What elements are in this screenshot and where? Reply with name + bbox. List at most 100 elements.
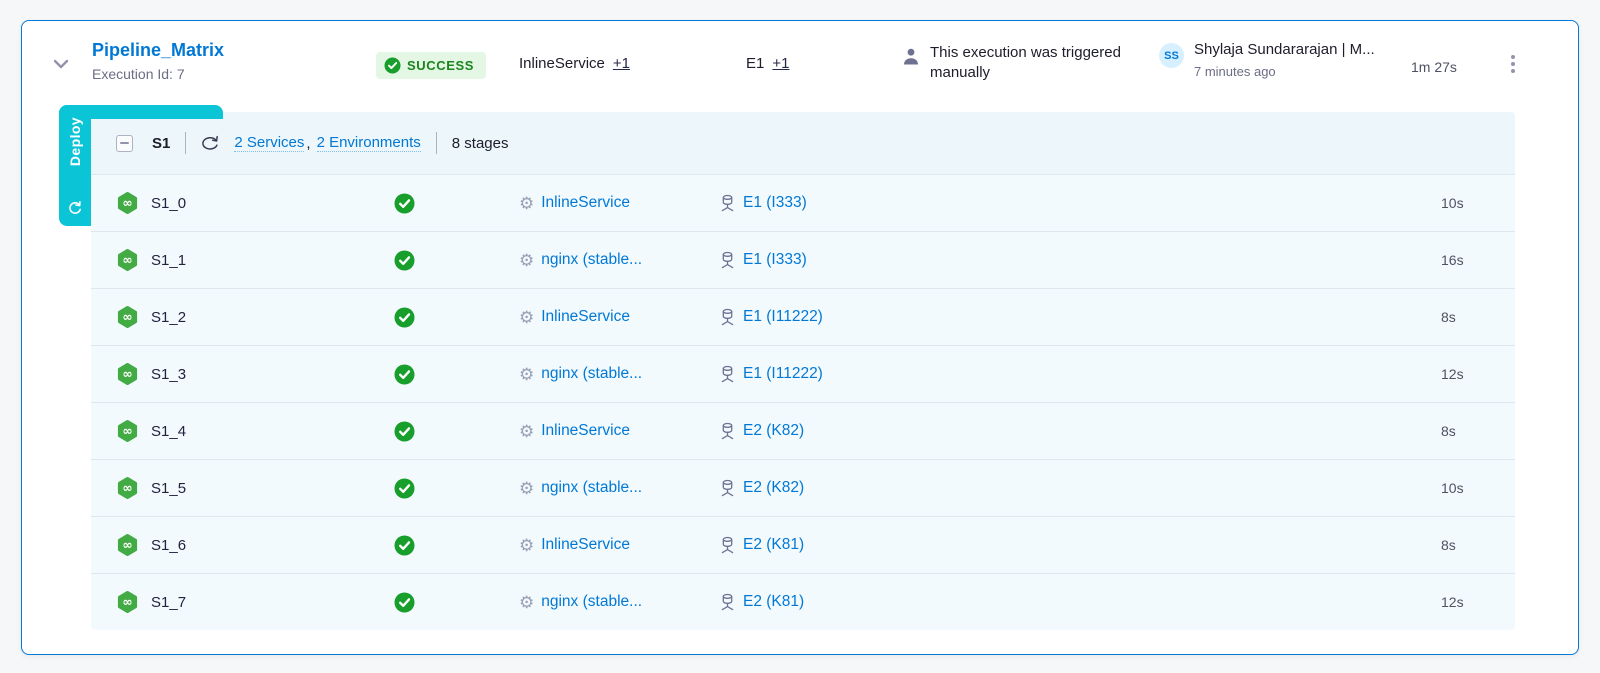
environment-link[interactable]: E1 (I11222) — [743, 365, 823, 383]
status-cell — [394, 421, 519, 442]
service-gear-icon: ⚙ — [519, 195, 534, 212]
stage-success-icon — [394, 364, 415, 385]
environments-count-link[interactable]: 2 Environments — [317, 134, 421, 152]
service-cell: ⚙ nginx (stable... — [519, 593, 719, 611]
stage-duration: 8s — [1441, 309, 1456, 325]
user-avatar[interactable]: SS — [1159, 43, 1184, 68]
stage-name-link[interactable]: S1_0 — [151, 195, 186, 212]
svg-text:∞: ∞ — [122, 252, 132, 267]
service-link[interactable]: InlineService — [541, 194, 630, 212]
stage-name-link[interactable]: S1_6 — [151, 537, 186, 554]
svg-text:∞: ∞ — [122, 423, 132, 438]
collapse-chevron-icon[interactable] — [50, 53, 72, 75]
divider — [436, 132, 437, 154]
service-gear-icon: ⚙ — [519, 537, 534, 554]
environment-link[interactable]: E1 (I333) — [743, 194, 807, 212]
service-gear-icon: ⚙ — [519, 366, 534, 383]
matrix-stage-icon: ∞ — [116, 191, 139, 215]
environment-link[interactable]: E2 (K81) — [743, 536, 804, 554]
execution-id: Execution Id: 7 — [92, 66, 224, 82]
environment-link[interactable]: E2 (K81) — [743, 593, 804, 611]
stage-count: 8 stages — [452, 135, 509, 152]
environment-link[interactable]: E1 (I333) — [743, 251, 807, 269]
environment-link[interactable]: E2 (K82) — [743, 422, 804, 440]
stage-duration: 12s — [1441, 366, 1464, 382]
stage-cell: ∞ S1_1 — [116, 248, 394, 272]
service-link[interactable]: InlineService — [541, 308, 630, 326]
execution-card: Pipeline_Matrix Execution Id: 7 SUCCESS … — [21, 20, 1579, 655]
divider — [185, 132, 186, 154]
service-gear-icon: ⚙ — [519, 252, 534, 269]
service-cell: ⚙ InlineService — [519, 308, 719, 326]
environment-link[interactable]: E1 (I11222) — [743, 308, 823, 326]
stage-duration: 10s — [1441, 195, 1464, 211]
user-block: SS Shylaja Sundararajan | M... 7 minutes… — [1159, 41, 1375, 79]
stage-name-link[interactable]: S1_7 — [151, 594, 186, 611]
stage-duration: 16s — [1441, 252, 1464, 268]
environments-more-link[interactable]: +1 — [772, 55, 789, 72]
stage-row[interactable]: ∞ S1_5 ⚙ nginx (stable... E2 (K82) 10s — [91, 459, 1515, 516]
services-more-link[interactable]: +1 — [613, 55, 630, 72]
stage-row[interactable]: ∞ S1_7 ⚙ nginx (stable... E2 (K81) 12s — [91, 573, 1515, 630]
stage-row[interactable]: ∞ S1_6 ⚙ InlineService E2 (K81) 8s — [91, 516, 1515, 573]
service-cell: ⚙ nginx (stable... — [519, 479, 719, 497]
environment-link[interactable]: E2 (K82) — [743, 479, 804, 497]
matrix-stage-icon: ∞ — [116, 248, 139, 272]
status-cell — [394, 193, 519, 214]
status-cell — [394, 478, 519, 499]
stage-row[interactable]: ∞ S1_1 ⚙ nginx (stable... E1 (I333) 16s — [91, 231, 1515, 288]
user-meta: Shylaja Sundararajan | M... 7 minutes ag… — [1194, 41, 1375, 79]
environment-cell: E1 (I333) — [719, 194, 807, 212]
links-separator: , — [306, 135, 310, 152]
stage-success-icon — [394, 193, 415, 214]
header-services: InlineService +1 — [519, 55, 630, 72]
stage-group-checkbox[interactable] — [116, 135, 133, 152]
stage-cell: ∞ S1_2 — [116, 305, 394, 329]
service-link[interactable]: nginx (stable... — [541, 365, 642, 383]
tab-deploy[interactable]: Deploy — [59, 105, 91, 226]
stage-rows: ∞ S1_0 ⚙ InlineService E1 (I333) 10s — [91, 174, 1515, 630]
environment-icon — [719, 593, 736, 611]
stage-name-link[interactable]: S1_1 — [151, 252, 186, 269]
stage-success-icon — [394, 478, 415, 499]
stage-success-icon — [394, 535, 415, 556]
matrix-loop-icon — [201, 135, 220, 152]
stage-success-icon — [394, 592, 415, 613]
service-cell: ⚙ InlineService — [519, 536, 719, 554]
stage-name-link[interactable]: S1_3 — [151, 366, 186, 383]
stage-success-icon — [394, 307, 415, 328]
service-cell: ⚙ nginx (stable... — [519, 251, 719, 269]
stage-name-link[interactable]: S1_4 — [151, 423, 186, 440]
stage-cell: ∞ S1_4 — [116, 419, 394, 443]
environment-icon — [719, 536, 736, 554]
environment-icon — [719, 422, 736, 440]
service-link[interactable]: InlineService — [541, 536, 630, 554]
stage-row[interactable]: ∞ S1_0 ⚙ InlineService E1 (I333) 10s — [91, 174, 1515, 231]
stage-name-link[interactable]: S1_2 — [151, 309, 186, 326]
stage-row[interactable]: ∞ S1_4 ⚙ InlineService E2 (K82) 8s — [91, 402, 1515, 459]
more-options-menu-icon[interactable] — [1500, 51, 1526, 77]
stage-row[interactable]: ∞ S1_2 ⚙ InlineService E1 (I11222) 8s — [91, 288, 1515, 345]
service-link[interactable]: nginx (stable... — [541, 479, 642, 497]
stage-cell: ∞ S1_0 — [116, 191, 394, 215]
environment-icon — [719, 194, 736, 212]
services-count-link[interactable]: 2 Services — [234, 134, 304, 152]
trigger-info: This execution was triggered manually — [902, 43, 1170, 83]
service-gear-icon: ⚙ — [519, 480, 534, 497]
stage-cell: ∞ S1_6 — [116, 533, 394, 557]
service-link[interactable]: nginx (stable... — [541, 593, 642, 611]
service-gear-icon: ⚙ — [519, 423, 534, 440]
service-link[interactable]: nginx (stable... — [541, 251, 642, 269]
stage-row[interactable]: ∞ S1_3 ⚙ nginx (stable... E1 (I11222) 12… — [91, 345, 1515, 402]
environment-cell: E2 (K82) — [719, 479, 804, 497]
svg-text:∞: ∞ — [122, 537, 132, 552]
environment-cell: E2 (K82) — [719, 422, 804, 440]
stage-name-link[interactable]: S1_5 — [151, 480, 186, 497]
environment-cell: E2 (K81) — [719, 593, 804, 611]
environment-cell: E2 (K81) — [719, 536, 804, 554]
service-cell: ⚙ nginx (stable... — [519, 365, 719, 383]
pipeline-title-link[interactable]: Pipeline_Matrix — [92, 40, 224, 61]
service-link[interactable]: InlineService — [541, 422, 630, 440]
matrix-stage-icon: ∞ — [116, 476, 139, 500]
loop-strategy-icon — [67, 200, 83, 216]
